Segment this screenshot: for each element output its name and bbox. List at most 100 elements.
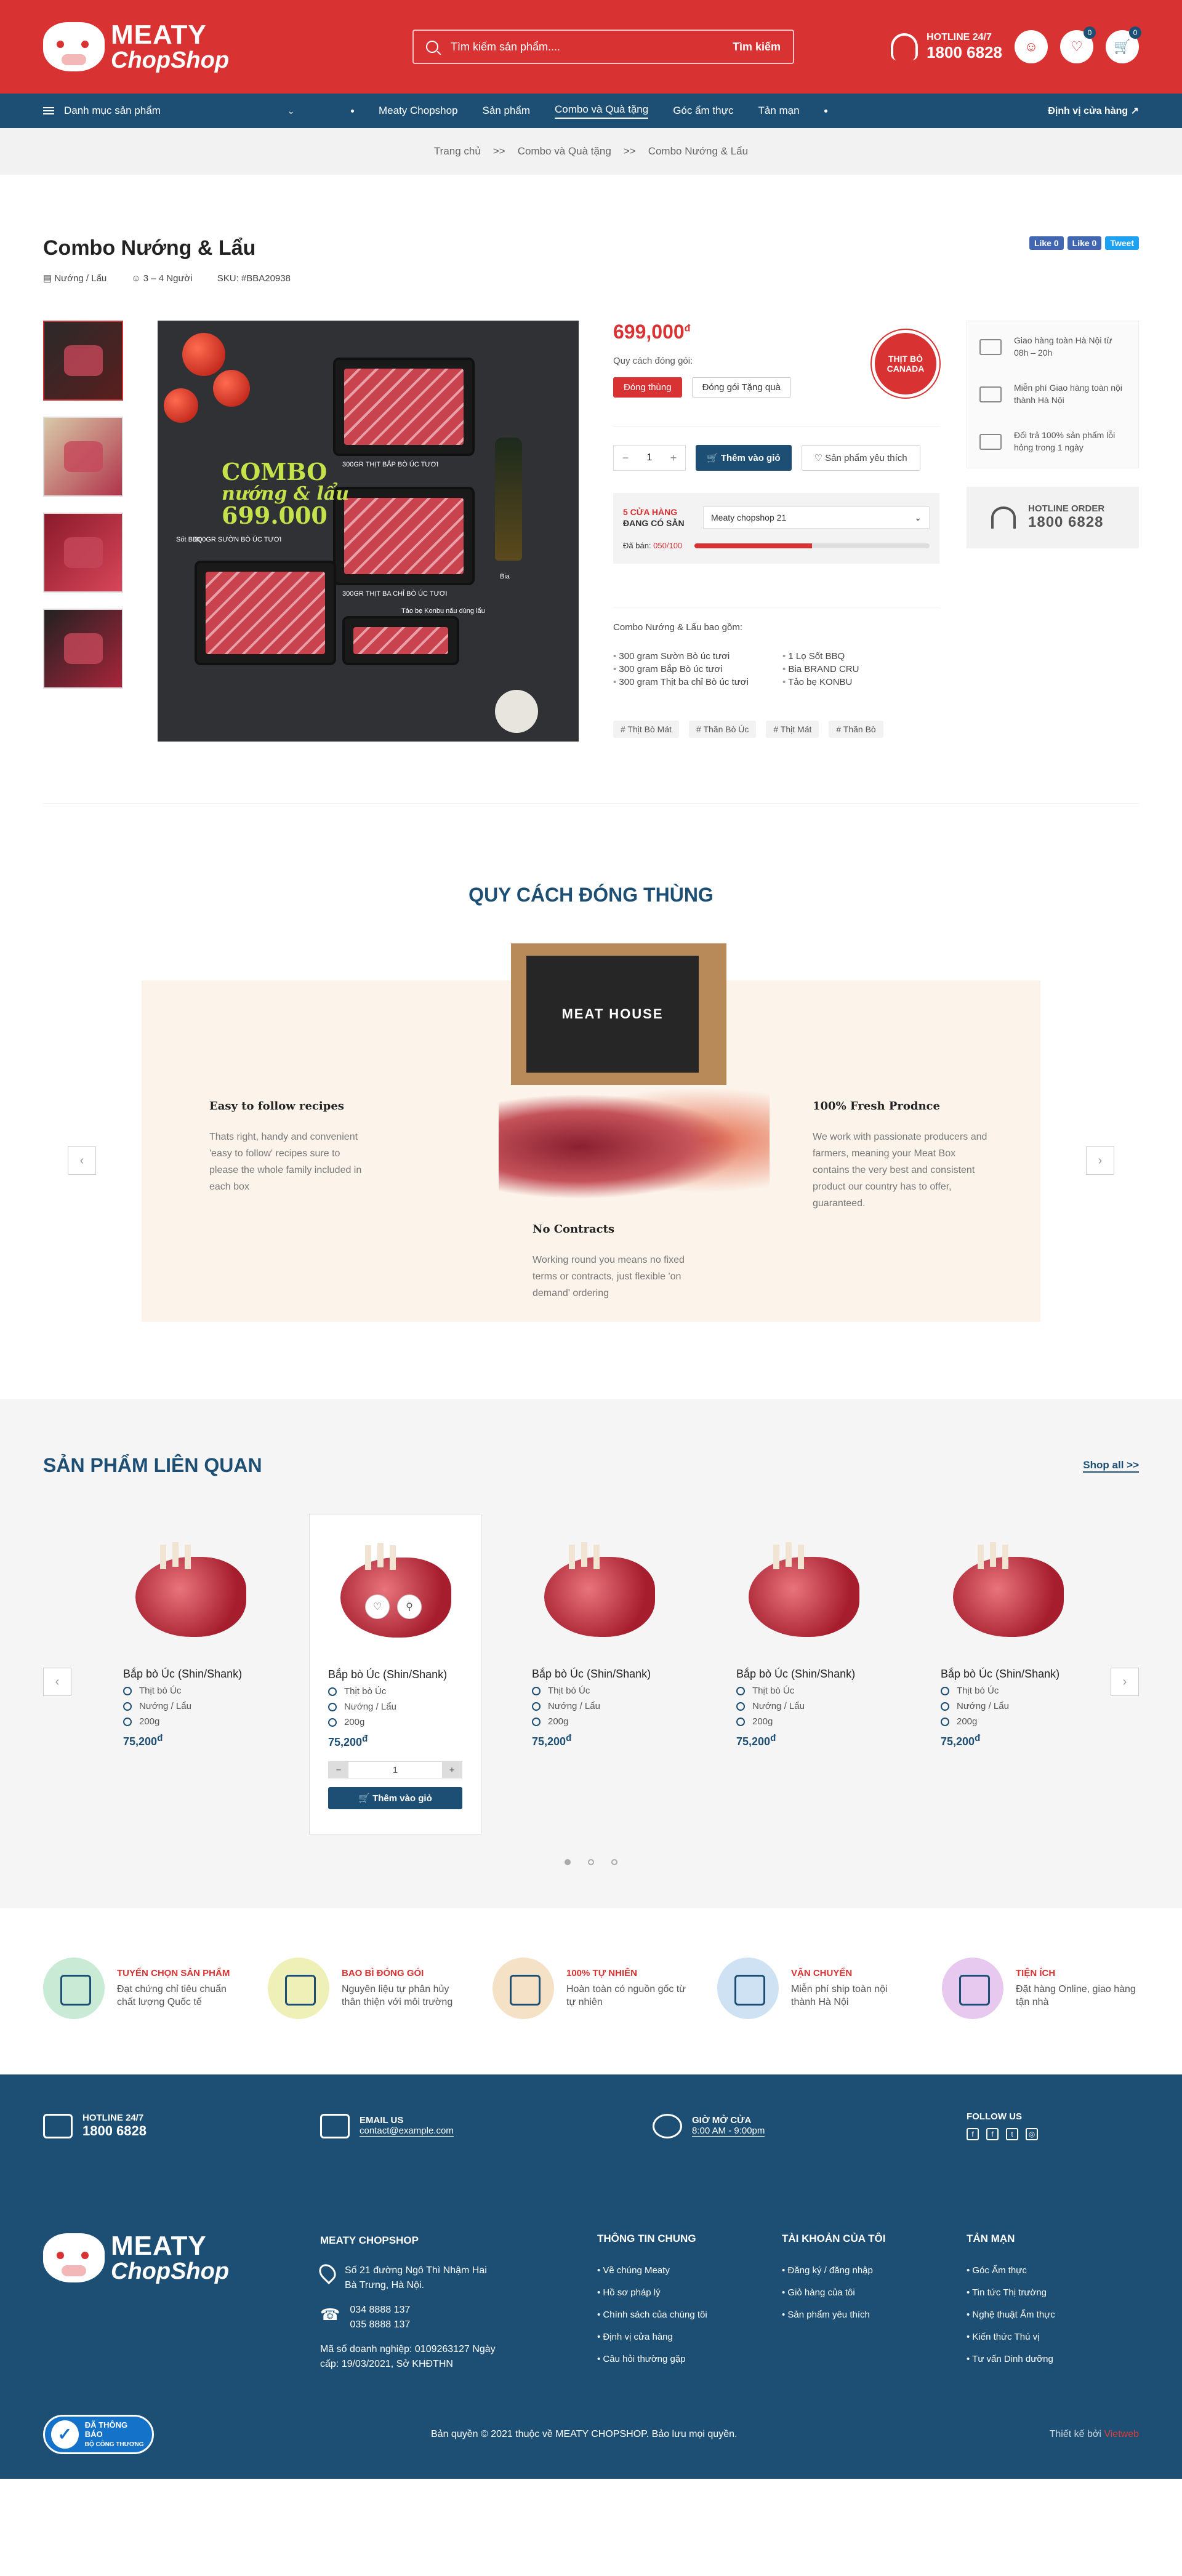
phone-number[interactable]: 034 8888 137 — [350, 2305, 410, 2315]
product-card[interactable]: ♡ ⚲ Bắp bò Úc (Shin/Shank) Thịt bò Úc Nướ… — [309, 1514, 481, 1834]
image-combo-title: COMBO nướng & lẩu 699.000 — [222, 458, 350, 530]
footer-link[interactable]: Nghệ thuật Ẩm thực — [967, 2304, 1055, 2326]
site-logo[interactable]: MEATY ChopShop — [43, 22, 412, 72]
footer-link[interactable]: Góc Ẩm thực — [967, 2260, 1055, 2282]
footer-link[interactable]: Đăng ký / đăng nhập — [782, 2260, 967, 2282]
hotline-number[interactable]: 1800 6828 — [927, 43, 1002, 62]
card-add-to-cart-button[interactable]: 🛒 Thêm vào giỏ — [328, 1787, 462, 1809]
pack-option-box[interactable]: Đóng thùng — [613, 377, 682, 398]
footer-email-link[interactable]: contact@example.com — [360, 2126, 454, 2137]
product-card-image — [941, 1532, 1076, 1655]
qty-value[interactable]: 1 — [348, 1762, 442, 1778]
facebook-like-button[interactable]: Like 0 — [1067, 236, 1102, 250]
footer-follow: FOLLOW US f f t ◎ — [967, 2111, 1038, 2140]
breadcrumb-category[interactable]: Combo và Quà tặng — [518, 145, 611, 158]
product-card[interactable]: Bắp bò Úc (Shin/Shank) Thịt bò Úc Nướng … — [105, 1514, 277, 1834]
phone-number[interactable]: 035 8888 137 — [350, 2319, 410, 2330]
nav-item-goc-am-thuc[interactable]: Góc ẩm thực — [673, 105, 733, 117]
product-title: Combo Nướng & Lẩu — [43, 236, 256, 260]
tag-link[interactable]: # Thăn Bò Úc — [689, 721, 757, 738]
tag-link[interactable]: # Thăn Bò — [829, 721, 883, 738]
search-button[interactable]: Tìm kiếm — [733, 41, 781, 54]
footer-link[interactable]: Định vị cửa hàng — [597, 2326, 782, 2348]
footer-link[interactable]: Tư vấn Dinh dưỡng — [967, 2348, 1055, 2370]
carousel-dot[interactable] — [611, 1859, 617, 1865]
cow-logo-icon — [43, 2233, 105, 2282]
product-card[interactable]: Bắp bò Úc (Shin/Shank) Thịt bò Úc Nướng … — [718, 1514, 890, 1834]
facebook-like-button[interactable]: Like 0 — [1029, 236, 1064, 250]
slider-prev-button[interactable]: ‹ — [68, 1146, 96, 1175]
hotline-order-number: 1800 6828 — [1028, 514, 1104, 531]
designer-link[interactable]: Vietweb — [1104, 2429, 1139, 2439]
product-card-name[interactable]: Bắp bò Úc (Shin/Shank) — [941, 1668, 1076, 1681]
carousel-dot[interactable] — [588, 1859, 594, 1865]
facebook-page-icon[interactable]: f — [986, 2128, 999, 2140]
nav-item-tan-man[interactable]: Tản mạn — [758, 105, 800, 117]
product-main-image[interactable]: COMBO nướng & lẩu 699.000 300GR THỊT BẮP… — [158, 321, 579, 742]
card-quantity-stepper: − 1 + — [328, 1761, 462, 1778]
product-category[interactable]: ▤ Nướng / Lẩu — [43, 273, 107, 284]
footer-link[interactable]: Câu hỏi thường gặp — [597, 2348, 782, 2370]
product-card-name[interactable]: Bắp bò Úc (Shin/Shank) — [532, 1668, 667, 1681]
related-products: SẢN PHẨM LIÊN QUAN Shop all >> ‹ Bắp bò … — [0, 1399, 1182, 1908]
pack-option-gift[interactable]: Đóng gói Tặng quà — [691, 377, 791, 398]
ministry-registration-badge[interactable]: ✓ ĐÃ THÔNG BÁO BỘ CÔNG THƯƠNG — [43, 2414, 154, 2454]
footer-link[interactable]: Kiến thức Thú vị — [967, 2326, 1055, 2348]
twitter-icon[interactable]: t — [1006, 2128, 1018, 2140]
hotline-order-box[interactable]: HOTLINE ORDER 1800 6828 — [967, 486, 1139, 548]
grill-icon — [736, 1702, 745, 1711]
nav-item-san-pham[interactable]: Sản phẩm — [483, 105, 531, 117]
tag-link[interactable]: # Thịt Bò Mát — [613, 721, 680, 738]
product-thumbnail[interactable] — [43, 609, 123, 689]
tweet-button[interactable]: Tweet — [1105, 236, 1139, 250]
footer-hotline-number[interactable]: 1800 6828 — [82, 2123, 147, 2139]
qty-value[interactable]: 1 — [637, 446, 662, 470]
site-footer: HOTLINE 24/7 1800 6828 EMAIL US contact@ex… — [0, 2074, 1182, 2479]
wishlist-button[interactable]: ♡ 0 — [1060, 26, 1096, 63]
search-input[interactable] — [451, 40, 733, 54]
footer-link[interactable]: Hồ sơ pháp lý — [597, 2282, 782, 2304]
checkmark-icon: ✓ — [51, 2420, 79, 2449]
qty-decrease-button[interactable]: − — [614, 446, 637, 470]
product-card[interactable]: Bắp bò Úc (Shin/Shank) Thịt bò Úc Nướng … — [513, 1514, 686, 1834]
tomato-graphic — [164, 388, 198, 423]
footer-link[interactable]: Tin tức Thị trường — [967, 2282, 1055, 2304]
product-card[interactable]: Bắp bò Úc (Shin/Shank) Thịt bò Úc Nướng … — [922, 1514, 1095, 1834]
footer-link[interactable]: Chính sách của chúng tôi — [597, 2304, 782, 2326]
add-to-cart-button[interactable]: 🛒 Thêm vào giỏ — [696, 445, 792, 471]
footer-link[interactable]: Sản phẩm yêu thích — [782, 2304, 967, 2326]
wishlist-heart-icon[interactable]: ♡ — [365, 1594, 390, 1619]
packing-section: QUY CÁCH ĐÓNG THÙNG MEAT HOUSE Easy to f… — [43, 884, 1139, 1337]
nav-item-combo[interactable]: Combo và Quà tặng — [555, 103, 649, 119]
wishlist-label: Sản phẩm yêu thích — [825, 453, 907, 463]
product-card-name[interactable]: Bắp bò Úc (Shin/Shank) — [123, 1668, 259, 1681]
product-thumbnail[interactable] — [43, 513, 123, 593]
add-to-wishlist-button[interactable]: ♡ Sản phẩm yêu thích — [801, 445, 920, 471]
qty-decrease-button[interactable]: − — [329, 1762, 348, 1778]
store-locator-link[interactable]: Định vị cửa hàng ↗ — [1048, 105, 1139, 117]
account-button[interactable]: ☺ — [1015, 30, 1048, 63]
quick-view-search-icon[interactable]: ⚲ — [397, 1594, 422, 1619]
product-thumbnail[interactable] — [43, 417, 123, 497]
category-menu-toggle[interactable]: Danh mục sản phẩm ⌄ — [43, 105, 351, 117]
qty-increase-button[interactable]: + — [662, 446, 685, 470]
carousel-prev-button[interactable]: ‹ — [43, 1668, 71, 1696]
nav-item-meaty-chopshop[interactable]: Meaty Chopshop — [379, 105, 458, 117]
product-thumbnail[interactable] — [43, 321, 123, 401]
carousel-next-button[interactable]: › — [1111, 1668, 1139, 1696]
carousel-dot[interactable] — [565, 1859, 571, 1865]
facebook-icon[interactable]: f — [967, 2128, 979, 2140]
footer-link[interactable]: Giỏ hàng của tôi — [782, 2282, 967, 2304]
product-card-name[interactable]: Bắp bò Úc (Shin/Shank) — [736, 1668, 872, 1681]
footer-logo[interactable]: MEATY ChopShop — [43, 2233, 320, 2372]
cart-button[interactable]: 🛒 0 — [1106, 26, 1141, 63]
slider-next-button[interactable]: › — [1086, 1146, 1114, 1175]
shop-all-link[interactable]: Shop all >> — [1083, 1459, 1139, 1473]
product-card-name[interactable]: Bắp bò Úc (Shin/Shank) — [328, 1668, 462, 1681]
qty-increase-button[interactable]: + — [442, 1762, 462, 1778]
tag-link[interactable]: # Thịt Mát — [766, 721, 819, 738]
breadcrumb-home[interactable]: Trang chủ — [434, 145, 481, 158]
store-select[interactable]: Meaty chopshop 21 ⌄ — [703, 506, 930, 529]
instagram-icon[interactable]: ◎ — [1026, 2128, 1038, 2140]
footer-link[interactable]: Về chúng Meaty — [597, 2260, 782, 2282]
